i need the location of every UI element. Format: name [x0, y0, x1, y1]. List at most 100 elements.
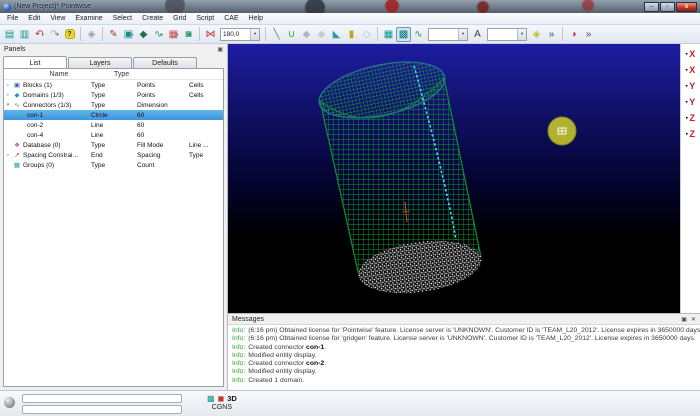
chevron-down-icon[interactable]: ▾ [161, 27, 163, 42]
toolbar-brick-icon[interactable]: ▮ [344, 27, 359, 42]
toolbar-grid-icon[interactable]: ▦ [381, 27, 396, 42]
axis-view-minus-x-button[interactable]: ▸X [683, 63, 699, 77]
chevron-down-icon[interactable]: ▾ [250, 29, 259, 40]
expander-icon[interactable]: ▹ [4, 92, 12, 98]
toolbar-grid-on-icon[interactable]: ▩ [396, 27, 411, 42]
messages-close-icon[interactable]: ✕ [691, 316, 696, 323]
menu-select[interactable]: Select [108, 15, 137, 22]
tree-row-con-1[interactable]: con-1Circle60 [4, 110, 223, 120]
menu-help[interactable]: Help [244, 15, 268, 22]
axis-view-minus-y-button[interactable]: ▸Y [683, 95, 699, 109]
axis-view-plusminus-z-button[interactable]: ▸Z [683, 111, 699, 125]
menu-file[interactable]: File [2, 15, 23, 22]
menu-edit[interactable]: Edit [23, 15, 45, 22]
axis-view-minus-z-button[interactable]: ▸Z [683, 127, 699, 141]
toolbar-masks-icon[interactable]: ◑ [566, 27, 581, 42]
tree-row-groups-0[interactable]: ▦Groups (0)TypeCount [4, 160, 223, 170]
window-title: (New Project)* Pointwise [14, 3, 91, 10]
menu-examine[interactable]: Examine [70, 15, 107, 22]
panels-header: Panels ▣ [0, 44, 227, 55]
toolbar-undo-icon[interactable]: ↶▾ [32, 27, 47, 42]
window-controls: – ▫ x [644, 2, 697, 12]
chevron-down-icon[interactable]: ▾ [131, 27, 133, 42]
chevron-down-icon[interactable]: ▾ [517, 29, 526, 40]
expander-icon[interactable]: ▹ [4, 152, 12, 158]
axis-arrow-icon: ▸ [686, 51, 689, 57]
entity-name: Spacing Constrai... [22, 152, 91, 159]
toolbar-separator [199, 27, 200, 41]
toolbar-overflow-b-icon[interactable]: » [581, 27, 596, 42]
toolbar-diamond-a-icon[interactable]: ◆ [299, 27, 314, 42]
toolbar-redo-icon[interactable]: ↷▾ [47, 27, 62, 42]
toolbar-diamond-b-icon[interactable]: ◆ [314, 27, 329, 42]
3d-viewport[interactable] [228, 44, 680, 313]
toolbar-overflow-a-icon[interactable]: » [544, 27, 559, 42]
toolbar-save-icon[interactable]: ▤ [2, 27, 17, 42]
menu-create[interactable]: Create [137, 15, 168, 22]
tree-row-con-2[interactable]: con-2Line60 [4, 120, 223, 130]
chevron-down-icon[interactable]: ▾ [189, 27, 191, 42]
solver-group: ▩ ◼ 3D CGNS [207, 393, 237, 411]
axis-view-plusminus-x-button[interactable]: ▸X [683, 47, 699, 61]
toolbar-layer-icon[interactable]: ◈ [529, 27, 544, 42]
toolbar-paint-icon[interactable]: ✎ [106, 27, 121, 42]
dimension-combo[interactable]: ▾ [428, 28, 468, 41]
toolbar-spacing-icon[interactable]: A [470, 27, 485, 42]
entity-col3: Count [137, 162, 189, 169]
tree-row-domains-1-3[interactable]: ▹◆Domains (1/3)TypePointsCells [4, 90, 223, 100]
messages-log[interactable]: Info:(6:16 pm) Obtained license for 'Poi… [228, 325, 700, 390]
tree-row-connectors-1-3[interactable]: ▾∿Connectors (1/3)TypeDimension [4, 100, 223, 110]
toolbar-draw-arc-icon[interactable]: ∪ [284, 27, 299, 42]
toolbar-pointer-icon[interactable]: ◈ [84, 27, 99, 42]
toolbar-pair-icon[interactable]: ◇ [359, 27, 374, 42]
tree-row-blocks-1[interactable]: ▹▣Blocks (1)TypePointsCells [4, 80, 223, 90]
tree-row-spacing-constrai[interactable]: ▹↗Spacing Constrai...EndSpacingType [4, 150, 223, 160]
chevron-down-icon[interactable]: ▾ [42, 27, 44, 42]
toolbar-cube-icon[interactable]: ▣▾ [121, 27, 136, 42]
axis-view-plusminus-y-button[interactable]: ▸Y [683, 79, 699, 93]
toolbar-help-icon[interactable]: ? [62, 27, 77, 42]
toolbar-wedge-icon[interactable]: ◣ [329, 27, 344, 42]
rotation-angle-combo[interactable]: 180,0▾ [220, 28, 260, 41]
menu-script[interactable]: Script [191, 15, 219, 22]
toolbar-spline-icon[interactable]: ∿▾ [151, 27, 166, 42]
chevron-down-icon[interactable]: ▾ [57, 27, 59, 42]
minimize-button[interactable]: – [644, 2, 659, 12]
axis-arrow-icon: ▸ [686, 83, 689, 89]
entity-col3: Spacing [137, 152, 189, 159]
tree-row-con-4[interactable]: con-4Line60 [4, 130, 223, 140]
menu-grid[interactable]: Grid [168, 15, 191, 22]
tree-column-type[interactable]: Type [114, 71, 160, 78]
chevron-down-icon[interactable]: ▾ [176, 27, 178, 42]
spacing-combo[interactable]: ▾ [487, 28, 527, 41]
menu-cae[interactable]: CAE [219, 15, 243, 22]
menu-view[interactable]: View [45, 15, 70, 22]
message-line: Info:Modified entity display. [232, 352, 700, 360]
grid-mode-icon[interactable]: ▩ [207, 394, 215, 403]
solver-cube-icon[interactable]: ◼ [218, 394, 225, 403]
domain-icon: ◆ [12, 91, 22, 99]
chevron-down-icon[interactable]: ▾ [145, 27, 147, 42]
chevron-down-icon[interactable]: ▾ [458, 29, 467, 40]
status-field-bottom[interactable] [22, 405, 182, 414]
message-line: Info:Created connector con-1. [232, 344, 700, 352]
toolbar-palette-icon[interactable]: ▦▾ [166, 27, 181, 42]
trackball-icon[interactable] [4, 397, 15, 408]
status-field-top[interactable] [22, 394, 182, 403]
toolbar-mask-icon[interactable]: ◙▾ [181, 27, 196, 42]
toolbar-open-icon[interactable]: ▥ [17, 27, 32, 42]
tree-row-database-0[interactable]: ❖Database (0)TypeFill ModeLine ... [4, 140, 223, 150]
main-area: Panels ▣ ListLayersDefaults Name Type ▹▣… [0, 44, 700, 390]
toolbar-solid-diamond-icon[interactable]: ◆▾ [136, 27, 151, 42]
messages-pin-icon[interactable]: ▣ [681, 316, 687, 323]
expander-icon[interactable]: ▹ [4, 82, 12, 88]
panel-pin-icon[interactable]: ▣ [217, 46, 223, 53]
close-button[interactable]: x [676, 2, 697, 12]
entity-col4: Cells [189, 92, 223, 99]
expander-icon[interactable]: ▾ [4, 102, 12, 108]
toolbar-connector-dim-icon[interactable]: ∿ [411, 27, 426, 42]
tree-column-name[interactable]: Name [4, 71, 114, 78]
maximize-button[interactable]: ▫ [660, 2, 675, 12]
toolbar-draw-line-icon[interactable]: ╲ [269, 27, 284, 42]
toolbar-rotate-view-icon[interactable]: ⋈ [203, 27, 218, 42]
